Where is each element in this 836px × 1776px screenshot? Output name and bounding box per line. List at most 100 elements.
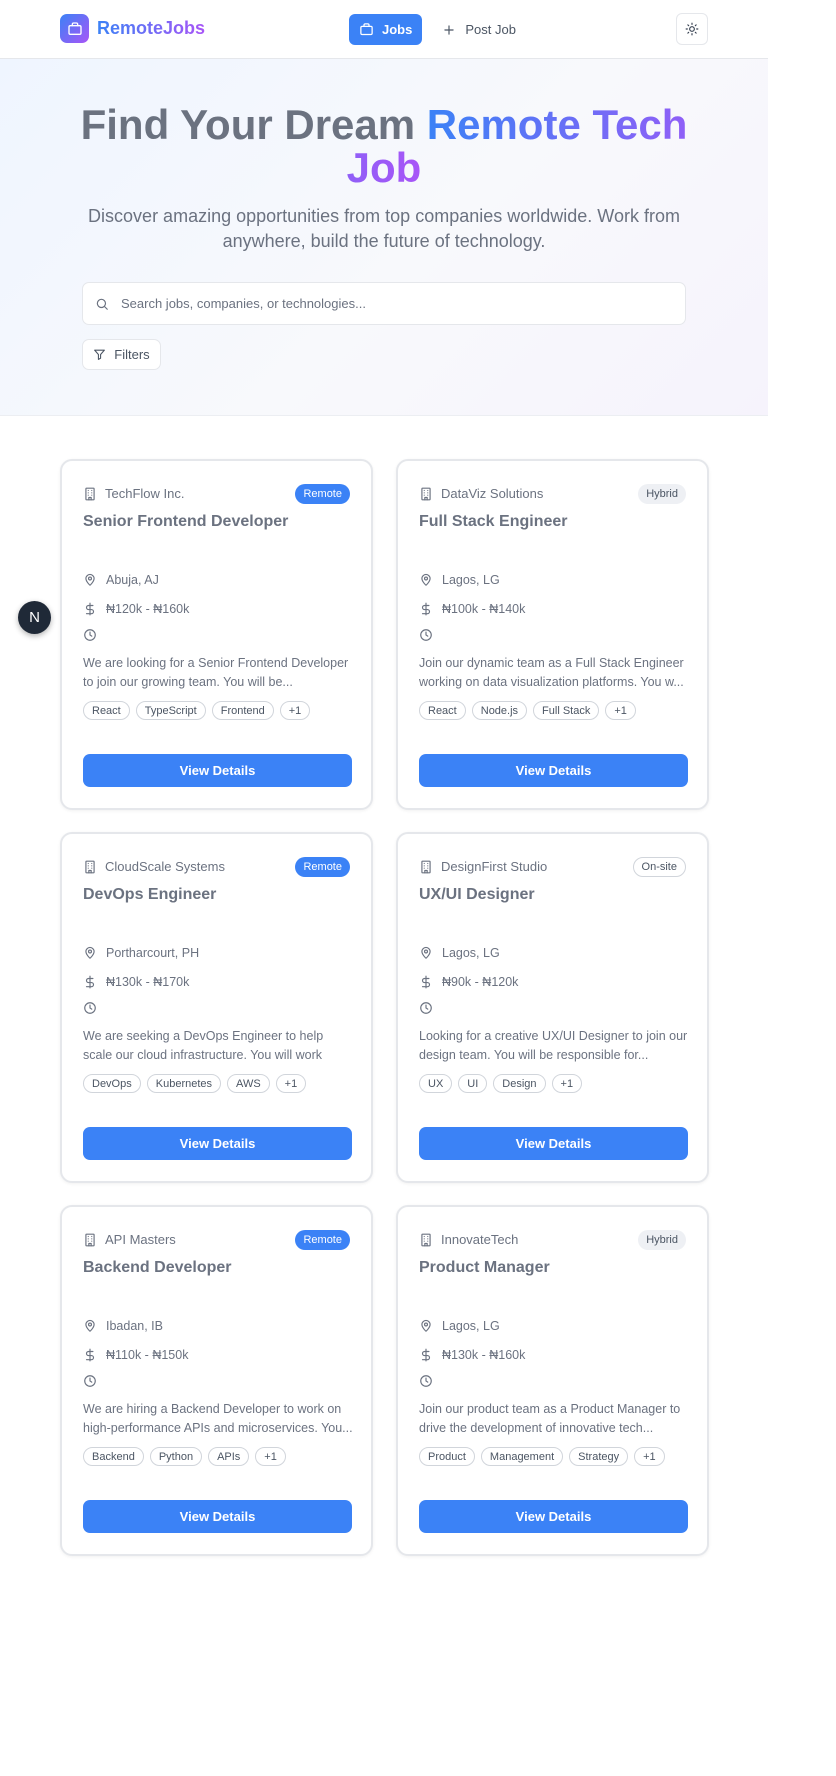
job-salary: ₦110k - ₦150k — [83, 1348, 188, 1362]
view-details-button[interactable]: View Details — [83, 754, 352, 787]
clock-icon — [419, 1001, 433, 1015]
view-details-button[interactable]: View Details — [419, 754, 688, 787]
job-description: Join our dynamic team as a Full Stack En… — [419, 656, 684, 689]
map-pin-icon — [83, 573, 97, 587]
work-type-badge: Remote — [295, 857, 350, 877]
clock-icon — [83, 628, 97, 642]
work-type-badge: Hybrid — [638, 484, 686, 504]
company-name: CloudScale Systems — [105, 859, 225, 874]
skill-tag: AWS — [227, 1074, 270, 1093]
filters-button[interactable]: Filters — [82, 339, 161, 370]
job-location: Portharcourt, PH — [83, 946, 199, 960]
skill-tag: Management — [480, 1447, 564, 1466]
logo[interactable]: RemoteJobs — [60, 14, 205, 43]
job-posted-time — [83, 1374, 97, 1388]
company-info: DataViz Solutions — [419, 486, 543, 501]
company-info: TechFlow Inc. — [83, 486, 184, 501]
building-icon — [83, 1233, 97, 1247]
search-input[interactable] — [121, 296, 661, 311]
skill-tag: UX — [419, 1074, 453, 1093]
job-salary: ₦130k - ₦160k — [419, 1348, 525, 1362]
skill-tags: UX UI Design +1 — [419, 1074, 583, 1093]
logo-text: RemoteJobs — [97, 18, 206, 38]
job-posted-time — [419, 628, 433, 642]
salary-text: ₦130k - ₦170k — [106, 975, 190, 989]
nav-jobs-button[interactable]: Jobs — [349, 14, 423, 45]
company-name: TechFlow Inc. — [105, 486, 185, 501]
nav-post-job-button[interactable]: Post Job — [432, 14, 526, 45]
job-card: DataViz Solutions Hybrid Full Stack Engi… — [396, 459, 709, 810]
company-name: InnovateTech — [441, 1232, 519, 1247]
job-description: We are hiring a Backend Developer to wor… — [83, 1402, 353, 1435]
skill-tags: Product Management Strategy +1 — [419, 1447, 665, 1466]
skill-tag: +1 — [551, 1074, 583, 1093]
skill-tag: Python — [149, 1447, 203, 1466]
theme-toggle-button[interactable] — [676, 13, 708, 45]
skill-tag: React — [83, 701, 130, 720]
skill-tag: +1 — [275, 1074, 307, 1093]
top-navbar: RemoteJobs Jobs Post Job — [0, 0, 768, 59]
company-name: DesignFirst Studio — [441, 859, 548, 874]
skill-tag: Full Stack — [533, 701, 600, 720]
job-card: DesignFirst Studio On-site UX/UI Designe… — [396, 832, 709, 1183]
clock-icon — [83, 1374, 97, 1388]
salary-text: ₦100k - ₦140k — [442, 602, 526, 616]
clock-icon — [419, 1374, 433, 1388]
map-pin-icon — [419, 946, 433, 960]
nav-jobs-label: Jobs — [382, 22, 413, 37]
hero-subtitle: Discover amazing opportunities from top … — [88, 206, 680, 251]
job-grid: TechFlow Inc. Remote Senior Frontend Dev… — [60, 459, 710, 1556]
job-title: Backend Developer — [83, 1259, 232, 1276]
skill-tags: Backend Python APIs +1 — [83, 1447, 286, 1466]
job-card: TechFlow Inc. Remote Senior Frontend Dev… — [60, 459, 373, 810]
building-icon — [83, 487, 97, 501]
job-posted-time — [83, 628, 97, 642]
skill-tags: React TypeScript Frontend +1 — [83, 701, 311, 720]
job-card: InnovateTech Hybrid Product Manager Lago… — [396, 1205, 709, 1556]
job-title: Senior Frontend Developer — [83, 513, 289, 530]
floating-dev-badge[interactable]: N — [18, 601, 51, 634]
location-text: Portharcourt, PH — [106, 946, 200, 960]
dollar-icon — [419, 1348, 433, 1362]
job-posted-time — [419, 1374, 433, 1388]
dollar-icon — [83, 1348, 97, 1362]
location-text: Lagos, LG — [442, 1319, 500, 1333]
salary-text: ₦110k - ₦150k — [106, 1348, 189, 1362]
view-details-button[interactable]: View Details — [83, 1500, 352, 1533]
nav-post-job-label: Post Job — [465, 22, 516, 37]
building-icon — [419, 487, 433, 501]
skill-tag: APIs — [208, 1447, 250, 1466]
filter-icon — [93, 348, 106, 361]
job-salary: ₦120k - ₦160k — [83, 602, 189, 616]
skill-tag: Kubernetes — [146, 1074, 222, 1093]
skill-tag: Frontend — [211, 701, 274, 720]
location-text: Abuja, AJ — [106, 573, 159, 587]
view-details-button[interactable]: View Details — [419, 1127, 688, 1160]
skill-tag: +1 — [255, 1447, 286, 1466]
dollar-icon — [83, 602, 97, 616]
search-box — [82, 282, 686, 325]
salary-text: ₦120k - ₦160k — [106, 602, 190, 616]
company-name: API Masters — [105, 1232, 176, 1247]
skill-tag: Product — [419, 1447, 475, 1466]
plus-icon — [442, 23, 456, 37]
job-location: Ibadan, IB — [83, 1319, 163, 1333]
view-details-button[interactable]: View Details — [83, 1127, 352, 1160]
hero-title-plain: Find Your Dream — [80, 101, 427, 148]
view-details-button[interactable]: View Details — [419, 1500, 688, 1533]
work-type-badge: Hybrid — [638, 1230, 686, 1250]
skill-tag: +1 — [634, 1447, 665, 1466]
company-info: InnovateTech — [419, 1232, 518, 1247]
filters-label: Filters — [114, 347, 150, 362]
company-info: DesignFirst Studio — [419, 859, 547, 874]
map-pin-icon — [419, 1319, 433, 1333]
job-location: Lagos, LG — [419, 573, 500, 587]
dollar-icon — [83, 975, 97, 989]
skill-tags: DevOps Kubernetes AWS +1 — [83, 1074, 307, 1093]
skill-tags: React Node.js Full Stack +1 — [419, 701, 636, 720]
skill-tag: Node.js — [471, 701, 528, 720]
skill-tag: TypeScript — [135, 701, 206, 720]
skill-tag: React — [419, 701, 466, 720]
company-name: DataViz Solutions — [441, 486, 544, 501]
briefcase-icon — [359, 22, 374, 37]
